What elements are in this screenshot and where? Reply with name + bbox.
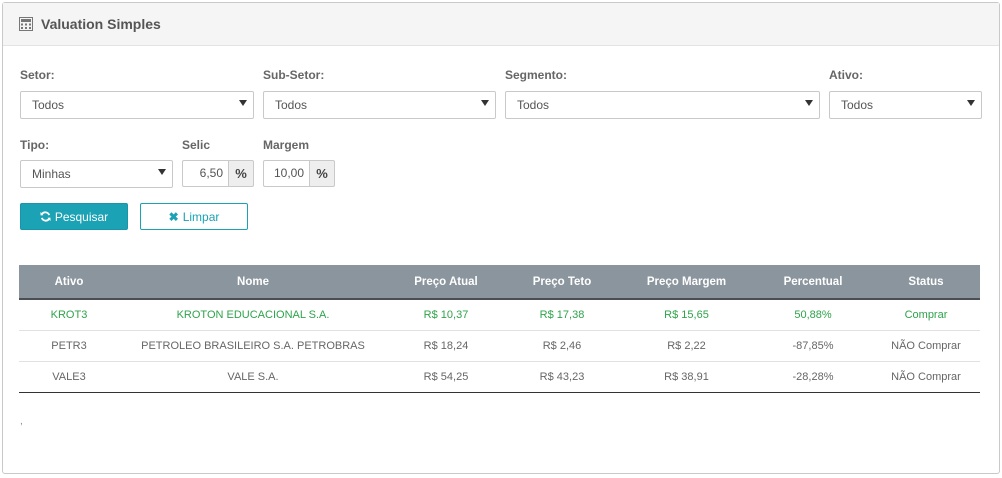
column-header-nome: Nome bbox=[119, 265, 387, 300]
column-header-preco-margem: Preço Margem bbox=[619, 265, 754, 300]
segmento-label: Segmento: bbox=[505, 68, 568, 82]
cell-preco-margem: R$ 2,22 bbox=[619, 330, 754, 362]
margem-input[interactable]: 10,00 bbox=[263, 160, 309, 187]
cell-preco-teto: R$ 43,23 bbox=[505, 361, 619, 393]
caret-down-icon bbox=[158, 169, 166, 175]
cell-preco-atual: R$ 18,24 bbox=[387, 330, 505, 362]
page-title: Valuation Simples bbox=[41, 16, 161, 32]
setor-value: Todos bbox=[32, 98, 65, 112]
selic-label: Selic bbox=[182, 138, 211, 152]
subsetor-value: Todos bbox=[275, 98, 308, 112]
clear-button[interactable]: ✖ Limpar bbox=[140, 203, 248, 230]
selic-input[interactable]: 6,50 bbox=[182, 160, 228, 187]
cell-preco-teto: R$ 2,46 bbox=[505, 330, 619, 362]
search-button[interactable]: Pesquisar bbox=[20, 203, 128, 230]
column-header-status: Status bbox=[872, 265, 980, 300]
segmento-select[interactable]: Todos bbox=[505, 91, 820, 119]
margem-label: Margem bbox=[263, 138, 310, 152]
table-row[interactable]: VALE3 VALE S.A. R$ 54,25 R$ 43,23 R$ 38,… bbox=[19, 361, 980, 393]
setor-label: Setor: bbox=[20, 68, 55, 82]
cell-percentual: -28,28% bbox=[754, 361, 872, 393]
cell-preco-margem: R$ 15,65 bbox=[619, 299, 754, 331]
subsetor-label: Sub-Setor: bbox=[263, 68, 325, 82]
table-row[interactable]: PETR3 PETROLEO BRASILEIRO S.A. PETROBRAS… bbox=[19, 330, 980, 362]
search-button-label: Pesquisar bbox=[54, 209, 109, 224]
caret-down-icon bbox=[239, 100, 247, 106]
tipo-label: Tipo: bbox=[20, 138, 50, 152]
tipo-value: Minhas bbox=[32, 167, 71, 181]
cell-ativo: PETR3 bbox=[19, 330, 119, 362]
column-header-ativo: Ativo bbox=[19, 265, 119, 300]
cell-preco-atual: R$ 54,25 bbox=[387, 361, 505, 393]
caret-down-icon bbox=[481, 100, 489, 106]
cell-ativo: VALE3 bbox=[19, 361, 119, 393]
subsetor-select[interactable]: Todos bbox=[263, 91, 496, 119]
refresh-icon bbox=[40, 211, 51, 222]
segmento-value: Todos bbox=[517, 98, 550, 112]
table-header-row: Ativo Nome Preço Atual Preço Teto Preço … bbox=[19, 265, 980, 300]
cell-status: NÃO Comprar bbox=[872, 330, 980, 362]
selic-input-group: 6,50 % bbox=[182, 160, 254, 187]
cell-nome: VALE S.A. bbox=[119, 361, 387, 393]
close-icon: ✖ bbox=[168, 209, 179, 224]
ativo-label: Ativo: bbox=[829, 68, 863, 82]
cell-ativo: KROT3 bbox=[19, 299, 119, 331]
cell-nome: PETROLEO BRASILEIRO S.A. PETROBRAS bbox=[119, 330, 387, 362]
ativo-select[interactable]: Todos bbox=[829, 91, 982, 119]
ativo-value: Todos bbox=[841, 98, 874, 112]
table-row[interactable]: KROT3 KROTON EDUCACIONAL S.A. R$ 10,37 R… bbox=[19, 299, 980, 331]
cell-preco-teto: R$ 17,38 bbox=[505, 299, 619, 331]
cell-preco-margem: R$ 38,91 bbox=[619, 361, 754, 393]
percent-addon: % bbox=[228, 160, 254, 187]
cell-status: NÃO Comprar bbox=[872, 361, 980, 393]
clear-button-label: Limpar bbox=[182, 209, 220, 224]
margem-input-group: 10,00 % bbox=[263, 160, 335, 187]
column-header-percentual: Percentual bbox=[754, 265, 872, 300]
cell-percentual: 50,88% bbox=[754, 299, 872, 331]
cell-status: Comprar bbox=[872, 299, 980, 331]
calculator-icon bbox=[19, 17, 33, 31]
footer-mark: , bbox=[20, 416, 23, 427]
percent-addon: % bbox=[309, 160, 335, 187]
tipo-select[interactable]: Minhas bbox=[20, 160, 173, 188]
caret-down-icon bbox=[805, 100, 813, 106]
setor-select[interactable]: Todos bbox=[20, 91, 254, 119]
column-header-preco-teto: Preço Teto bbox=[505, 265, 619, 300]
cell-preco-atual: R$ 10,37 bbox=[387, 299, 505, 331]
panel-header: Valuation Simples bbox=[3, 3, 999, 46]
cell-percentual: -87,85% bbox=[754, 330, 872, 362]
cell-nome: KROTON EDUCACIONAL S.A. bbox=[119, 299, 387, 331]
caret-down-icon bbox=[967, 100, 975, 106]
column-header-preco-atual: Preço Atual bbox=[387, 265, 505, 300]
valuation-table: Ativo Nome Preço Atual Preço Teto Preço … bbox=[19, 265, 980, 393]
